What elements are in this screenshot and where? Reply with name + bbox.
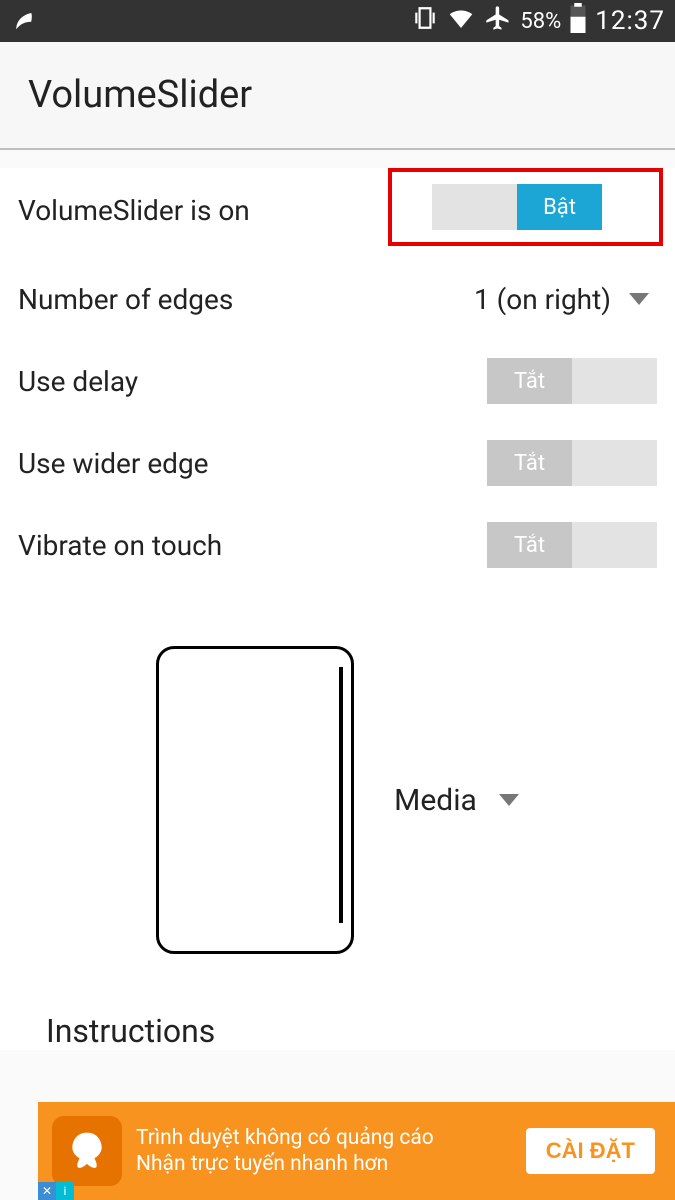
app-bar: VolumeSlider <box>0 42 675 150</box>
wider-toggle[interactable]: Tắt <box>487 440 657 486</box>
edge-indicator-right <box>339 667 343 923</box>
ad-text: Trình duyệt không có quảng cáo Nhận trực… <box>136 1125 524 1178</box>
delay-label: Use delay <box>18 365 487 398</box>
instructions-heading: Instructions <box>18 1012 657 1050</box>
leaf-icon <box>10 3 40 39</box>
edges-value: 1 (on right) <box>474 283 611 316</box>
ad-banner[interactable]: Trình duyệt không có quảng cáo Nhận trực… <box>38 1102 675 1200</box>
battery-percentage: 58% <box>520 9 561 34</box>
status-clock: 12:37 <box>595 6 665 36</box>
vibrate-toggle[interactable]: Tắt <box>487 522 657 568</box>
settings-panel: Bật VolumeSlider is on Number of edges 1… <box>0 168 675 1050</box>
delay-toggle[interactable]: Tắt <box>487 358 657 404</box>
chevron-down-icon <box>499 794 519 806</box>
toggle-on-label <box>572 358 657 404</box>
status-bar: 58% 12:37 <box>0 0 675 42</box>
ad-install-button[interactable]: CÀI ĐẶT <box>524 1126 657 1176</box>
ad-app-icon <box>52 1116 122 1186</box>
toggle-on-label <box>572 522 657 568</box>
toggle-off-label <box>432 184 517 230</box>
battery-icon <box>569 3 587 39</box>
preview-area: Media <box>18 646 657 994</box>
app-title: VolumeSlider <box>28 73 252 117</box>
airplane-icon <box>484 4 512 38</box>
toggle-on-label: Bật <box>517 184 602 230</box>
adchoices[interactable]: ✕ i <box>38 1182 74 1200</box>
edges-label: Number of edges <box>18 283 474 316</box>
stream-dropdown[interactable]: Media <box>394 783 519 818</box>
phone-preview <box>156 646 354 954</box>
vibrate-icon <box>412 5 438 37</box>
vibrate-label: Vibrate on touch <box>18 529 487 562</box>
ad-info-icon[interactable]: i <box>56 1182 74 1200</box>
highlight-box: Bật <box>388 168 663 246</box>
chevron-down-icon <box>629 293 649 305</box>
ad-close-icon[interactable]: ✕ <box>38 1182 56 1200</box>
toggle-off-label: Tắt <box>487 522 572 568</box>
enabled-toggle[interactable]: Bật <box>432 184 602 230</box>
stream-value: Media <box>394 783 477 818</box>
toggle-off-label: Tắt <box>487 440 572 486</box>
wifi-icon <box>446 3 476 39</box>
ad-line2: Nhận trực tuyến nhanh hơn <box>136 1151 524 1177</box>
edges-dropdown[interactable]: 1 (on right) <box>474 283 657 316</box>
wider-label: Use wider edge <box>18 447 487 480</box>
toggle-off-label: Tắt <box>487 358 572 404</box>
ad-line1: Trình duyệt không có quảng cáo <box>136 1125 524 1151</box>
toggle-on-label <box>572 440 657 486</box>
